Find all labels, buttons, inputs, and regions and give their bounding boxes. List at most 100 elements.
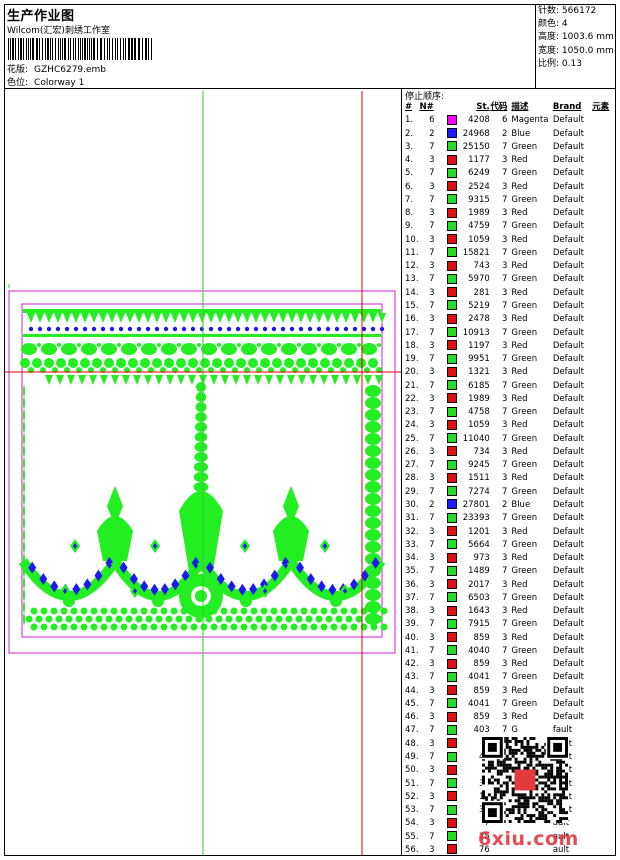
row-element — [592, 751, 617, 764]
row-description: Green — [511, 539, 538, 550]
row-code: 3 — [501, 340, 508, 351]
row-needle: 7 — [429, 778, 435, 789]
col-index: # — [405, 102, 413, 112]
row-stitches: 4759 — [468, 221, 490, 232]
row-code: 3 — [501, 473, 508, 484]
row-index: 45. — [405, 698, 419, 709]
row-code: 3 — [501, 261, 508, 272]
row-needle: 7 — [429, 247, 435, 258]
row-code: 7 — [501, 327, 508, 338]
row-brand: Default — [552, 433, 584, 444]
row-code: 3 — [501, 579, 508, 590]
row-needle: 7 — [429, 407, 435, 418]
color-swatch — [444, 406, 458, 419]
row-index: 41. — [405, 645, 419, 656]
row-element — [592, 194, 617, 207]
row-description: Green — [511, 645, 538, 656]
row-needle: 3 — [429, 420, 435, 431]
row-index: 31. — [405, 513, 419, 524]
table-row: 34. 3 973 3 Red Default — [405, 552, 617, 565]
table-row: 39. 7 7915 7 Green Default — [405, 618, 617, 631]
row-stitches: 1643 — [468, 606, 490, 617]
row-description: Red — [511, 606, 528, 617]
table-row: 12. 3 743 3 Red Default — [405, 260, 617, 273]
row-description: Red — [511, 367, 528, 378]
row-index: 6. — [405, 181, 414, 192]
row-code: 3 — [501, 181, 508, 192]
color-swatch — [444, 340, 458, 353]
row-code: 7 — [501, 539, 508, 550]
row-stitches: 7915 — [468, 619, 490, 630]
table-row: 43. 7 4041 7 Green Default — [405, 671, 617, 684]
row-element — [592, 260, 617, 273]
row-description: Red — [511, 632, 528, 643]
row-code: 3 — [501, 446, 508, 457]
row-element — [592, 486, 617, 499]
row-code: 7 — [501, 645, 508, 656]
color-swatch — [444, 181, 458, 194]
row-code: 2 — [501, 128, 508, 139]
row-needle: 3 — [429, 765, 435, 776]
row-needle: 2 — [429, 499, 435, 510]
row-stitches: 6185 — [468, 380, 490, 391]
spec-stitches: 针数: 566172 — [538, 6, 597, 16]
row-brand: Default — [552, 513, 584, 524]
row-description: Blue — [511, 128, 531, 139]
row-stitches: 9315 — [468, 194, 490, 205]
row-element — [592, 711, 617, 724]
table-row: 3. 7 25150 7 Green Default — [405, 141, 617, 154]
row-element — [592, 419, 617, 432]
row-index: 30. — [405, 499, 419, 510]
row-element — [592, 685, 617, 698]
table-row: 42. 3 859 3 Red Default — [405, 658, 617, 671]
row-description: Red — [511, 420, 528, 431]
row-stitches: 403 — [473, 725, 490, 736]
row-brand: Default — [552, 579, 584, 590]
row-stitches: 281 — [473, 287, 490, 298]
row-element — [592, 393, 617, 406]
color-swatch — [444, 353, 458, 366]
color-swatch — [444, 804, 458, 817]
row-stitches: 4040 — [468, 645, 490, 656]
row-stitches: 4208 — [468, 115, 490, 126]
row-needle: 7 — [429, 672, 435, 683]
row-index: 50. — [405, 765, 419, 776]
color-swatch — [444, 207, 458, 220]
row-brand: Default — [552, 155, 584, 166]
row-stitches: 23393 — [462, 513, 490, 524]
row-brand: Default — [552, 553, 584, 564]
color-swatch — [444, 114, 458, 127]
row-element — [592, 234, 617, 247]
row-index: 16. — [405, 314, 419, 325]
row-stitches: 24968 — [462, 128, 490, 139]
row-element — [592, 539, 617, 552]
row-needle: 7 — [429, 725, 435, 736]
row-stitches: 2017 — [468, 579, 490, 590]
col-stitches: St. — [476, 102, 490, 112]
row-index: 12. — [405, 261, 419, 272]
row-description: Blue — [511, 499, 531, 510]
row-brand: Default — [552, 287, 584, 298]
row-brand: Default — [552, 300, 584, 311]
table-header-row: # N# St. 代码 描述 Brand 元素 — [405, 101, 617, 114]
row-index: 8. — [405, 208, 414, 219]
row-index: 15. — [405, 300, 419, 311]
row-code: 3 — [501, 208, 508, 219]
row-needle: 7 — [429, 645, 435, 656]
row-description: Red — [511, 685, 528, 696]
color-swatch — [444, 711, 458, 724]
pattern-label: 花版: — [7, 65, 29, 75]
row-description: Green — [511, 672, 538, 683]
row-needle: 7 — [429, 460, 435, 471]
row-index: 22. — [405, 393, 419, 404]
row-index: 14. — [405, 287, 419, 298]
row-brand: Default — [552, 420, 584, 431]
row-code: 7 — [501, 354, 508, 365]
row-needle: 3 — [429, 818, 435, 829]
row-stitches: 7274 — [468, 486, 490, 497]
row-element — [592, 844, 617, 857]
row-needle: 7 — [429, 141, 435, 152]
row-element — [592, 181, 617, 194]
row-needle: 7 — [429, 221, 435, 232]
row-element — [592, 313, 617, 326]
